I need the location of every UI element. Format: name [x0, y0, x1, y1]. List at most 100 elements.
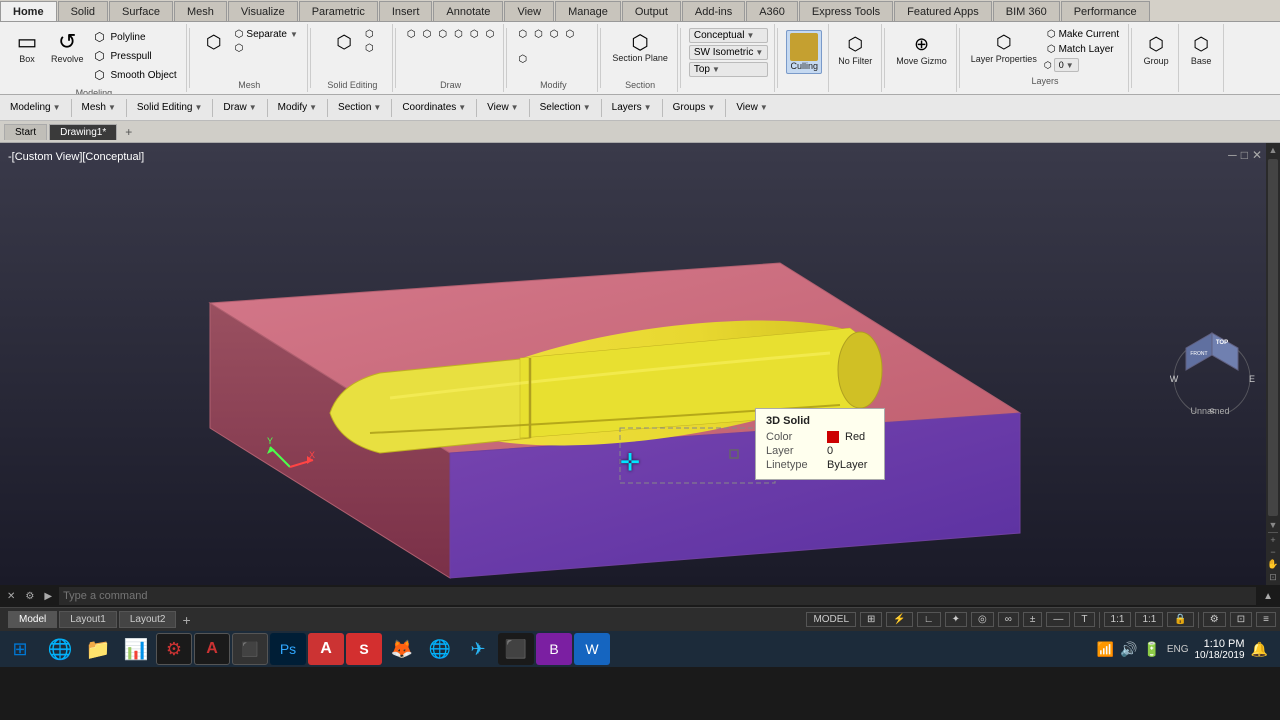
subtoolbar-mesh[interactable]: Mesh ▼ [76, 100, 122, 115]
taskbar-autocad-icon[interactable]: ⚙ [156, 633, 192, 665]
taskbar-app3[interactable]: ⬛ [498, 633, 534, 665]
maximize-icon[interactable]: □ [1241, 148, 1248, 162]
grid-button[interactable]: ⊞ [860, 612, 882, 627]
cmd-scroll-up[interactable]: ▲ [1260, 591, 1276, 602]
lw-button[interactable]: — [1046, 612, 1070, 627]
taskbar-telegram[interactable]: ✈ [460, 633, 496, 665]
tab-surface[interactable]: Surface [109, 1, 173, 21]
taskbar-firefox[interactable]: 🦊 [384, 633, 420, 665]
anno-scale[interactable]: 1:1 [1135, 612, 1163, 627]
tab-manage[interactable]: Manage [555, 1, 621, 21]
mesh-extra-button[interactable]: ⬡ [232, 42, 301, 55]
tab-insert[interactable]: Insert [379, 1, 433, 21]
cmd-settings-icon[interactable]: ⚙ [22, 591, 37, 602]
model-tab[interactable]: Model [8, 611, 57, 628]
dyn-button[interactable]: ± [1023, 612, 1043, 627]
viewport-dropdown[interactable]: SW Isometric ▼ [689, 45, 768, 60]
scroll-up-icon[interactable]: ▲ [1269, 145, 1278, 155]
modify-btn3[interactable]: ⬡ [547, 28, 562, 41]
layout2-tab[interactable]: Layout2 [119, 611, 177, 628]
separate-button[interactable]: ⬡ Separate ▼ [232, 28, 301, 41]
tab-a360[interactable]: A360 [746, 1, 798, 21]
tab-drawing1[interactable]: Drawing1* [49, 124, 117, 140]
scroll-down-icon[interactable]: ▼ [1269, 520, 1278, 530]
volume-icon[interactable]: 🔊 [1120, 641, 1137, 658]
no-filter-button[interactable]: ⬡ No Filter [835, 30, 875, 68]
subtoolbar-solid-editing[interactable]: Solid Editing ▼ [131, 100, 209, 115]
cmd-close-button[interactable]: ✕ [4, 591, 18, 602]
taskbar-photoshop[interactable]: Ps [270, 633, 306, 665]
tab-output[interactable]: Output [622, 1, 681, 21]
revolve-button[interactable]: ↺ Revolve [48, 28, 87, 66]
taskbar-explorer[interactable]: 📁 [80, 633, 116, 665]
obj-snap-button[interactable]: ◎ [971, 612, 994, 627]
subtoolbar-section[interactable]: Section ▼ [332, 100, 387, 115]
layout1-tab[interactable]: Layout1 [59, 611, 117, 628]
draw-btn5[interactable]: ⬡ [467, 28, 482, 41]
draw-btn2[interactable]: ⬡ [420, 28, 435, 41]
snap-button[interactable]: ⚡ [886, 612, 912, 627]
layer-num-dropdown[interactable]: 0 ▼ [1054, 58, 1079, 72]
tab-addins[interactable]: Add-ins [682, 1, 745, 21]
group-button[interactable]: ⬡ Group [1140, 30, 1172, 68]
taskbar-ie[interactable]: 🌐 [42, 633, 78, 665]
solid-edit-btn[interactable]: ⬡ [328, 28, 360, 56]
subtoolbar-modeling[interactable]: Modeling ▼ [4, 100, 67, 115]
settings-button[interactable]: ≡ [1256, 612, 1276, 627]
mesh-smooth-button[interactable]: ⬡ [198, 28, 230, 56]
top-dropdown[interactable]: Top ▼ [689, 62, 768, 77]
move-gizmo-button[interactable]: ⊕ Move Gizmo [893, 30, 950, 68]
tab-view[interactable]: View [504, 1, 554, 21]
modify-btn2[interactable]: ⬡ [531, 28, 546, 41]
add-layout-button[interactable]: + [178, 612, 194, 628]
polar-button[interactable]: ✦ [945, 612, 967, 627]
match-layer-button[interactable]: ⬡ Match Layer [1044, 43, 1122, 56]
taskbar-app4[interactable]: B [536, 633, 572, 665]
smooth-button[interactable]: ⬡ Smooth Object [89, 66, 180, 84]
taskbar-autocad[interactable]: A [194, 633, 230, 665]
clean-screen-button[interactable]: ⊡ [1230, 612, 1252, 627]
lock-button[interactable]: 🔒 [1167, 612, 1193, 627]
ortho-button[interactable]: ∟ [917, 612, 941, 627]
notifications-icon[interactable]: 🔔 [1251, 641, 1268, 658]
add-file-button[interactable]: + [119, 123, 138, 141]
minimize-icon[interactable]: ─ [1228, 148, 1237, 162]
cmd-arrow-icon[interactable]: ▶ [41, 591, 55, 602]
tab-express[interactable]: Express Tools [799, 1, 893, 21]
battery-icon[interactable]: 🔋 [1143, 641, 1160, 658]
subtoolbar-view[interactable]: View ▼ [481, 100, 524, 115]
tab-start[interactable]: Start [4, 124, 47, 140]
box-button[interactable]: ▭ Box [8, 28, 46, 66]
zoom-in-icon[interactable]: + [1270, 535, 1275, 545]
view-style-dropdown[interactable]: Conceptual ▼ [689, 28, 768, 43]
model-status-btn[interactable]: MODEL [806, 612, 856, 627]
tab-performance[interactable]: Performance [1061, 1, 1150, 21]
subtoolbar-coordinates[interactable]: Coordinates ▼ [396, 100, 472, 115]
taskbar-excel[interactable]: 📊 [118, 633, 154, 665]
hardware-button[interactable]: ⚙ [1203, 612, 1226, 627]
taskbar-app1[interactable]: ⬛ [232, 633, 268, 665]
draw-btn1[interactable]: ⬡ [404, 28, 419, 41]
taskbar-app2[interactable]: S [346, 633, 382, 665]
draw-btn6[interactable]: ⬡ [483, 28, 498, 41]
navigation-cube[interactable]: N S E W TOP FRONT Unnamed [1170, 298, 1250, 418]
close-icon[interactable]: ✕ [1252, 148, 1262, 162]
subtoolbar-selection[interactable]: Selection ▼ [534, 100, 597, 115]
taskbar-autocad2[interactable]: A [308, 633, 344, 665]
fit-icon[interactable]: ⊡ [1269, 572, 1277, 583]
section-plane-button[interactable]: ⬡ Section Plane [609, 28, 671, 66]
modify-btn4[interactable]: ⬡ [563, 28, 578, 41]
subtoolbar-layers[interactable]: Layers ▼ [606, 100, 658, 115]
tab-home[interactable]: Home [0, 1, 57, 21]
make-current-button[interactable]: ⬡ Make Current [1044, 28, 1122, 41]
modify-btn5[interactable]: ⬡ [515, 53, 530, 66]
draw-btn4[interactable]: ⬡ [451, 28, 466, 41]
scale-1-1[interactable]: 1:1 [1104, 612, 1132, 627]
tab-featured[interactable]: Featured Apps [894, 1, 992, 21]
solid-row2[interactable]: ⬡ [362, 42, 377, 55]
layer-properties-button[interactable]: ⬡ Layer Properties [968, 28, 1040, 66]
draw-btn3[interactable]: ⬡ [435, 28, 450, 41]
start-button[interactable]: ⊞ [4, 633, 36, 665]
tab-annotate[interactable]: Annotate [433, 1, 503, 21]
culling-button[interactable]: Culling [786, 30, 822, 74]
